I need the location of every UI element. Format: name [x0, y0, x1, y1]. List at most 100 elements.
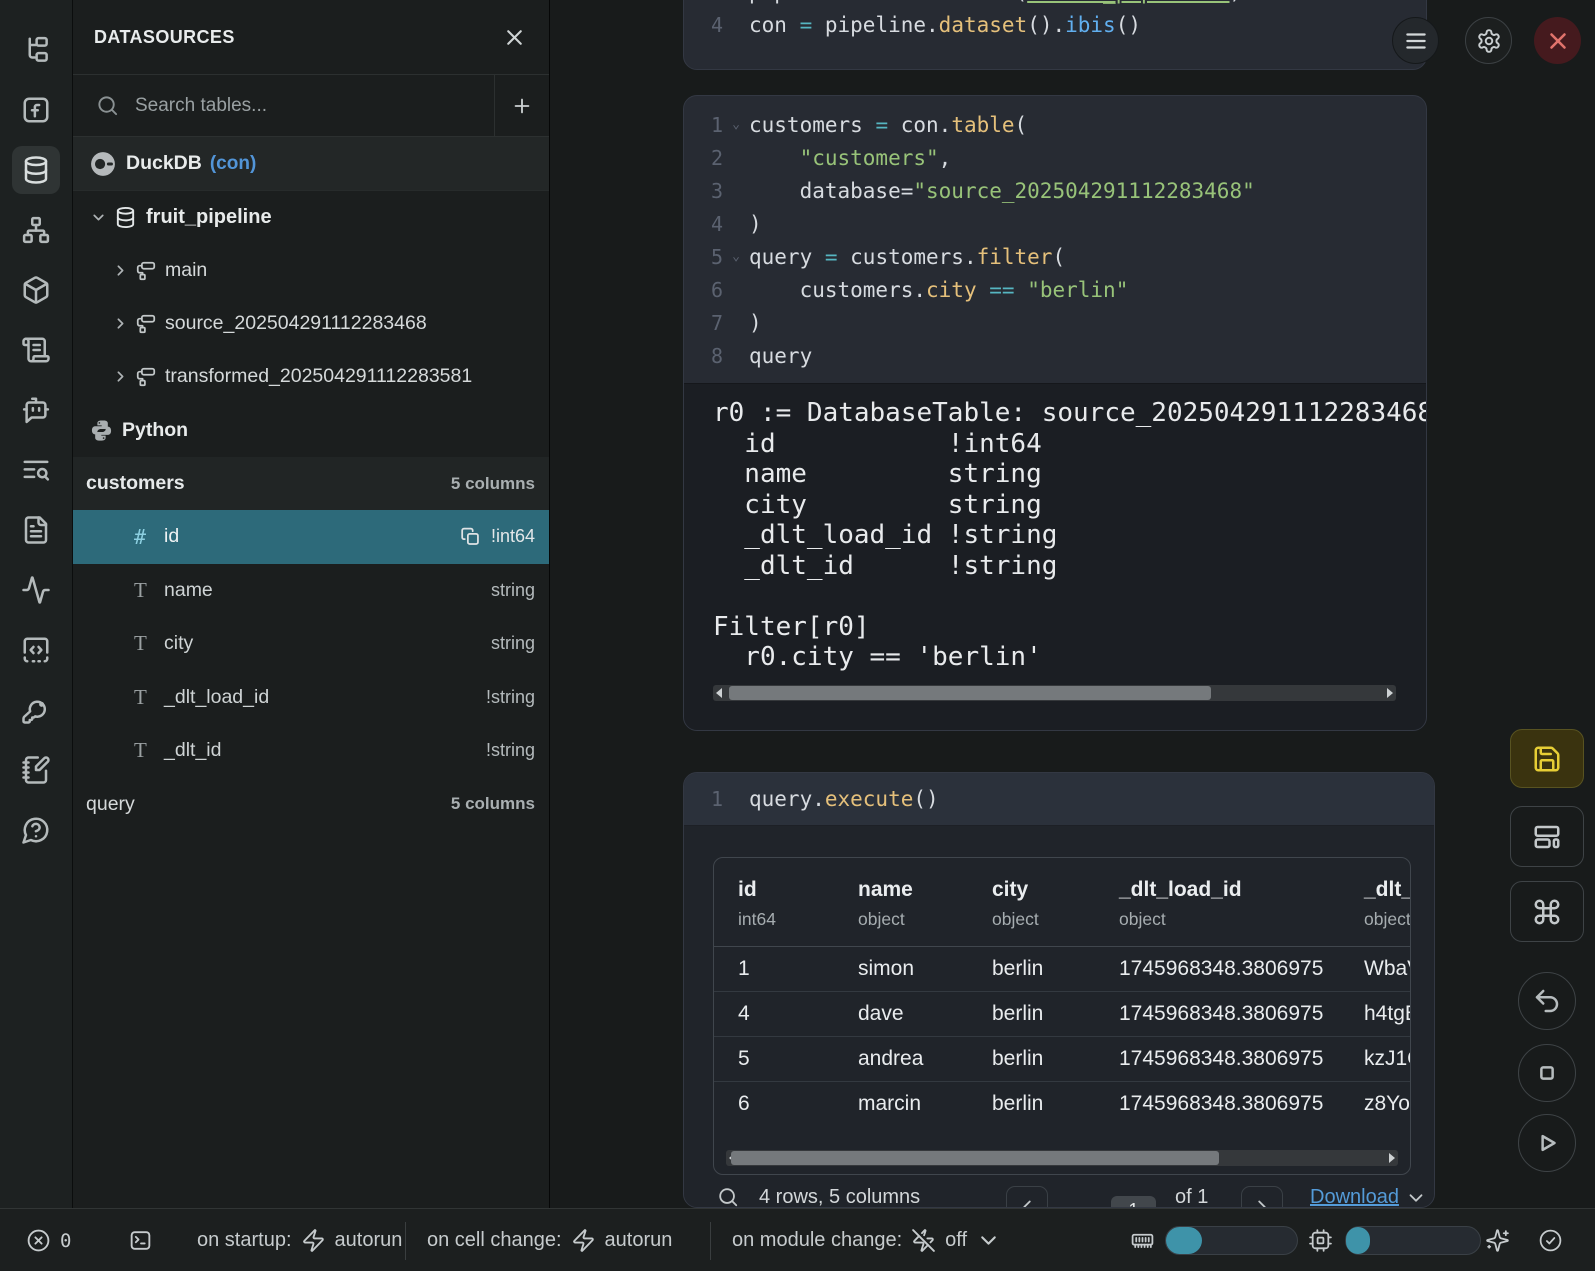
bot-message-icon[interactable]	[12, 386, 60, 434]
table-column-header[interactable]: idint64	[714, 878, 834, 930]
scrollbar-thumb[interactable]	[729, 686, 1211, 700]
table-column-header[interactable]: _dlt_idobject	[1340, 878, 1411, 930]
file-text-icon[interactable]	[12, 506, 60, 554]
code-line[interactable]: 1⌄customers = con.table(	[684, 108, 1426, 141]
code-line[interactable]: 6 customers.city == "berlin"	[684, 273, 1426, 306]
help-circle-icon[interactable]	[12, 806, 60, 854]
ai-assist-button[interactable]	[1485, 1209, 1510, 1271]
add-datasource-button[interactable]	[494, 75, 549, 136]
tree-item-schema[interactable]: transformed_202504291112283581	[72, 350, 549, 403]
table-row[interactable]: 6marcinberlin1745968348.3806975z8Yo	[714, 1081, 1410, 1126]
database-icon[interactable]	[12, 146, 60, 194]
table-search-icon[interactable]	[717, 1186, 739, 1208]
cpu-usage-meter	[1345, 1226, 1481, 1255]
connection-status-button[interactable]	[1538, 1209, 1563, 1271]
text-search-icon[interactable]	[12, 446, 60, 494]
save-button[interactable]	[1510, 729, 1584, 788]
horizontal-scrollbar[interactable]	[713, 685, 1396, 701]
datasources-header: DATASOURCES	[72, 0, 549, 75]
tree-item-database[interactable]: fruit_pipeline	[72, 191, 549, 244]
column-name: id	[164, 525, 179, 548]
horizontal-scrollbar[interactable]	[726, 1150, 1398, 1166]
prev-page-button[interactable]	[1006, 1186, 1048, 1208]
page-of-label: of 1	[1175, 1186, 1208, 1208]
key-icon[interactable]	[12, 686, 60, 734]
schema-icon	[135, 366, 157, 388]
command-palette-button[interactable]	[1510, 881, 1584, 942]
table-row[interactable]: 4daveberlin1745968348.3806975h4tgE	[714, 991, 1410, 1036]
code-line[interactable]: 7)	[684, 306, 1426, 339]
file-tree-icon[interactable]	[12, 26, 60, 74]
shutdown-button[interactable]	[1534, 17, 1581, 64]
search-tables-input[interactable]	[133, 94, 494, 118]
cell-query-definition[interactable]: 1⌄customers = con.table(2 "customers",3 …	[683, 95, 1427, 731]
code-line[interactable]: 4con = pipeline.dataset().ibis()	[684, 8, 1426, 41]
code-line[interactable]: 2 "customers",	[684, 141, 1426, 174]
table-column-header[interactable]: nameobject	[834, 878, 968, 930]
cell-execute[interactable]: 1query.execute() idint64nameobjectcityob…	[683, 772, 1435, 1208]
sparkles-icon	[1485, 1228, 1510, 1253]
code-square-icon[interactable]	[12, 626, 60, 674]
column-type: !int64	[491, 526, 535, 547]
table-column-header[interactable]: cityobject	[968, 878, 1095, 930]
column-row-id[interactable]: #id !int64	[72, 510, 549, 564]
tree-item-schema[interactable]: source_202504291112283468	[72, 297, 549, 350]
table-name: query	[86, 793, 135, 816]
column-row-name[interactable]: Tname string	[72, 564, 549, 618]
database-icon	[114, 206, 137, 229]
code-line[interactable]: 3 database="source_202504291112283468"	[684, 174, 1426, 207]
page-number[interactable]: 1	[1111, 1196, 1156, 1208]
run-button[interactable]	[1518, 1114, 1576, 1172]
code-line[interactable]: 1query.execute()	[684, 783, 1434, 816]
box-icon[interactable]	[12, 266, 60, 314]
on-startup-setting[interactable]: on startup: autorun	[197, 1209, 402, 1271]
copy-icon[interactable]	[460, 526, 481, 547]
stop-button[interactable]	[1518, 1044, 1576, 1102]
table-row[interactable]: 1simonberlin1745968348.3806975WbaV	[714, 947, 1410, 991]
notebook-pen-icon[interactable]	[12, 746, 60, 794]
column-row-city[interactable]: Tcity string	[72, 617, 549, 671]
network-icon[interactable]	[12, 206, 60, 254]
expression-repr-output: r0 := DatabaseTable: source_202504291112…	[684, 383, 1426, 730]
search-icon	[96, 94, 119, 117]
on-cell-change-setting[interactable]: on cell change: autorun	[427, 1209, 672, 1271]
code-line[interactable]: 5⌄query = customers.filter(	[684, 240, 1426, 273]
column-type: string	[491, 633, 535, 654]
scroll-text-icon[interactable]	[12, 326, 60, 374]
function-square-icon[interactable]	[12, 86, 60, 134]
table-column-header[interactable]: _dlt_load_idobject	[1095, 878, 1340, 930]
database-name: fruit_pipeline	[146, 206, 272, 229]
layout-icon	[1532, 822, 1562, 852]
code-line[interactable]: 4)	[684, 207, 1426, 240]
column-row-_dlt_load_id[interactable]: T_dlt_load_id !string	[72, 671, 549, 725]
error-count[interactable]: 0	[26, 1209, 71, 1271]
table-cell: 4	[714, 1002, 834, 1026]
table-cell: berlin	[968, 1047, 1095, 1071]
row-count-summary: 4 rows, 5 columns	[759, 1186, 920, 1208]
table-cell: 5	[714, 1047, 834, 1071]
settings-button[interactable]	[1465, 17, 1512, 64]
layout-toggle-button[interactable]	[1510, 806, 1584, 867]
cell-setup[interactable]: 3pipeline = dlt.attach("fruit_pipeline")…	[683, 0, 1427, 70]
table-row[interactable]: 5andreaberlin1745968348.3806975kzJ1G	[714, 1036, 1410, 1081]
code-line[interactable]: 3pipeline = dlt.attach("fruit_pipeline")	[684, 0, 1426, 8]
memory-icon	[1130, 1209, 1155, 1271]
download-link[interactable]: Download	[1310, 1186, 1427, 1208]
scrollbar-thumb[interactable]	[731, 1151, 1219, 1165]
python-logo-icon	[90, 419, 113, 442]
on-module-change-setting[interactable]: on module change: off	[732, 1209, 1001, 1271]
code-line[interactable]: 8query	[684, 339, 1426, 372]
tree-item-schema[interactable]: main	[72, 244, 549, 297]
engine-name: DuckDB	[126, 152, 202, 175]
undo-button[interactable]	[1518, 972, 1576, 1030]
terminal-button[interactable]	[128, 1209, 153, 1271]
engine-row-duckdb[interactable]: DuckDB (con)	[72, 137, 549, 191]
table-header-customers[interactable]: customers 5 columns	[72, 457, 549, 510]
chevron-down-icon	[90, 209, 107, 226]
close-panel-button[interactable]	[502, 25, 527, 50]
notebook-menu-button[interactable]	[1392, 17, 1439, 64]
next-page-button[interactable]	[1241, 1186, 1283, 1208]
activity-icon[interactable]	[12, 566, 60, 614]
table-header-query[interactable]: query 5 columns	[72, 778, 549, 831]
column-row-_dlt_id[interactable]: T_dlt_id !string	[72, 724, 549, 778]
